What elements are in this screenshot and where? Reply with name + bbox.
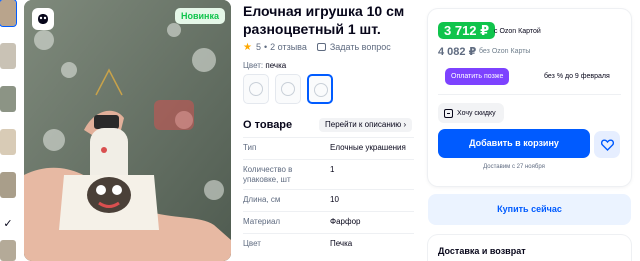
pay-later-button[interactable]: Оплатить позже — [445, 68, 510, 85]
about-title: О товаре — [243, 119, 293, 131]
thumbnail-strip: ✓ — [0, 0, 18, 261]
color-label: Цвет: печка — [243, 61, 286, 70]
go-to-description-link[interactable]: Перейти к описанию › — [319, 118, 413, 132]
color-swatch-1[interactable] — [243, 74, 269, 104]
prop-row: Цвет Печка — [243, 233, 414, 255]
purchase-card: 3 712 ₽ с Ozon Картой 4 082 ₽ без Ozon К… — [428, 9, 631, 186]
prop-row: Длина, см 10 — [243, 189, 414, 211]
ask-question-label: Задать вопрос — [329, 42, 391, 52]
heart-icon — [600, 138, 614, 151]
thumbnail-4[interactable] — [0, 129, 16, 155]
rating-value: 5 — [255, 42, 261, 52]
price-with-card: 3 712 ₽ — [438, 22, 496, 39]
go-to-description-label: Перейти к описанию — [325, 120, 402, 129]
want-discount-label: Хочу скидку — [457, 109, 496, 117]
pay-later-note: без % до 9 февраля — [544, 73, 610, 80]
prop-row: Материал Фарфор — [243, 211, 414, 233]
prop-key: Цвет — [243, 239, 261, 248]
price-regular: 4 082 ₽ — [438, 46, 477, 58]
favorite-button[interactable] — [594, 131, 620, 158]
prop-value: Елочные украшения — [330, 143, 406, 152]
question-icon — [316, 43, 326, 51]
chevron-down-icon[interactable]: ✓ — [0, 217, 16, 231]
product-title: Елочная игрушка 10 см разноцветный 1 шт. — [243, 3, 405, 37]
thumbnail-1[interactable] — [0, 0, 17, 27]
reviews-link[interactable]: 2 отзыва — [270, 42, 307, 52]
prop-key: Длина, см — [243, 195, 281, 204]
prop-value: 1 — [330, 165, 335, 174]
thumbnail-5[interactable] — [0, 172, 16, 198]
thumbnail-3[interactable] — [0, 86, 16, 112]
props-table: Тип Елочные украшения Количество в упако… — [243, 137, 414, 255]
prop-row: Тип Елочные украшения — [243, 137, 414, 159]
prop-key: Тип — [243, 143, 257, 152]
divider — [438, 94, 621, 95]
discount-icon — [444, 108, 453, 118]
color-value: печка — [265, 61, 287, 70]
prop-value: Фарфор — [330, 217, 361, 226]
delivery-returns-section[interactable]: Доставка и возврат — [428, 235, 631, 261]
price-with-card-note: с Ozon Картой — [494, 28, 541, 35]
price-regular-note: без Ozon Карты — [479, 48, 531, 55]
thumbnail-6[interactable] — [0, 240, 16, 261]
prop-value: 10 — [330, 195, 339, 204]
prop-key: Количество в упаковке, шт — [243, 165, 293, 184]
ask-question-button[interactable]: Задать вопрос — [316, 42, 391, 52]
product-page: ✓ Новинка Елочная игрушка 10 см разноцве… — [0, 0, 640, 261]
star-icon: ★ — [243, 41, 252, 53]
thumbnail-2[interactable] — [0, 43, 16, 69]
buy-now-button[interactable]: Купить сейчас — [428, 194, 631, 225]
delivery-returns-title: Доставка и возврат — [438, 246, 526, 256]
color-swatch-2[interactable] — [275, 74, 301, 104]
color-swatch-selected[interactable] — [307, 74, 333, 104]
ozon-logo-icon — [32, 8, 54, 30]
color-label-text: Цвет: — [243, 61, 264, 70]
chevron-right-icon: › — [403, 120, 407, 129]
delivery-date: Доставим с 27 ноября — [483, 164, 545, 170]
product-photo[interactable]: Новинка — [24, 0, 231, 261]
separator-dot: • — [263, 42, 268, 52]
new-badge: Новинка — [174, 8, 225, 24]
prop-key: Материал — [243, 217, 281, 226]
prop-value: Печка — [330, 239, 353, 248]
add-to-cart-button[interactable]: Добавить в корзину — [438, 129, 590, 158]
want-discount-button[interactable]: Хочу скидку — [438, 103, 504, 123]
prop-row: Количество в упаковке, шт 1 — [243, 159, 414, 189]
product-photo-image — [24, 0, 231, 261]
rating-row: ★ 5 • 2 отзыва Задать вопрос — [243, 41, 391, 53]
